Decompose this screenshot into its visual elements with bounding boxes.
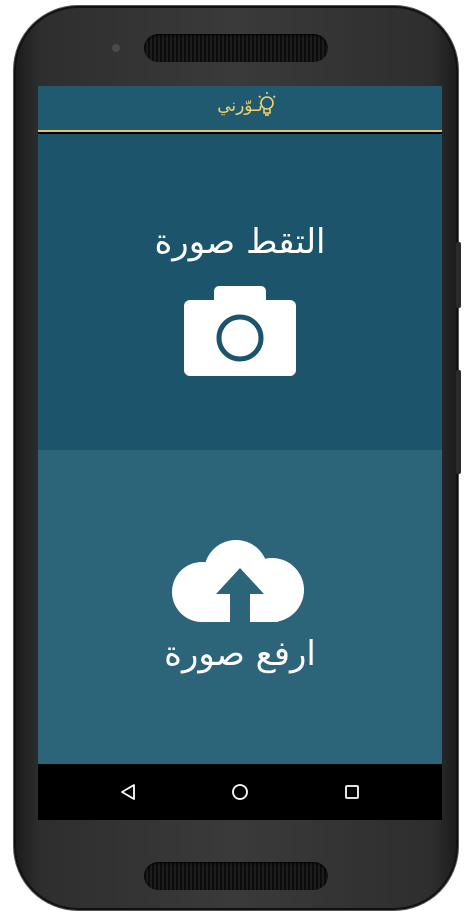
volume-button	[456, 242, 461, 308]
front-camera	[112, 44, 120, 52]
camera-icon	[184, 286, 296, 376]
home-icon	[232, 784, 248, 800]
app-logo-text: نـوّرني	[217, 96, 263, 116]
recents-icon	[345, 785, 359, 799]
upload-photo-label: ارفع صورة	[164, 634, 316, 674]
capture-photo-button[interactable]: التقط صورة	[38, 134, 442, 450]
bottom-speaker	[144, 862, 328, 890]
home-button[interactable]	[226, 778, 254, 806]
capture-photo-label: التقط صورة	[154, 222, 326, 262]
back-button[interactable]	[114, 778, 142, 806]
system-navbar	[38, 764, 442, 820]
top-speaker	[144, 34, 328, 62]
back-icon	[121, 784, 135, 800]
lightbulb-icon	[258, 92, 276, 116]
app-bar-divider	[38, 130, 442, 132]
power-button	[456, 370, 461, 474]
screen: نـوّرني التقط صورة ارفع صورة	[38, 86, 442, 820]
upload-photo-button[interactable]: ارفع صورة	[38, 450, 442, 764]
app-bar: نـوّرني	[38, 86, 442, 132]
recents-button[interactable]	[338, 778, 366, 806]
cloud-upload-icon	[172, 540, 304, 622]
